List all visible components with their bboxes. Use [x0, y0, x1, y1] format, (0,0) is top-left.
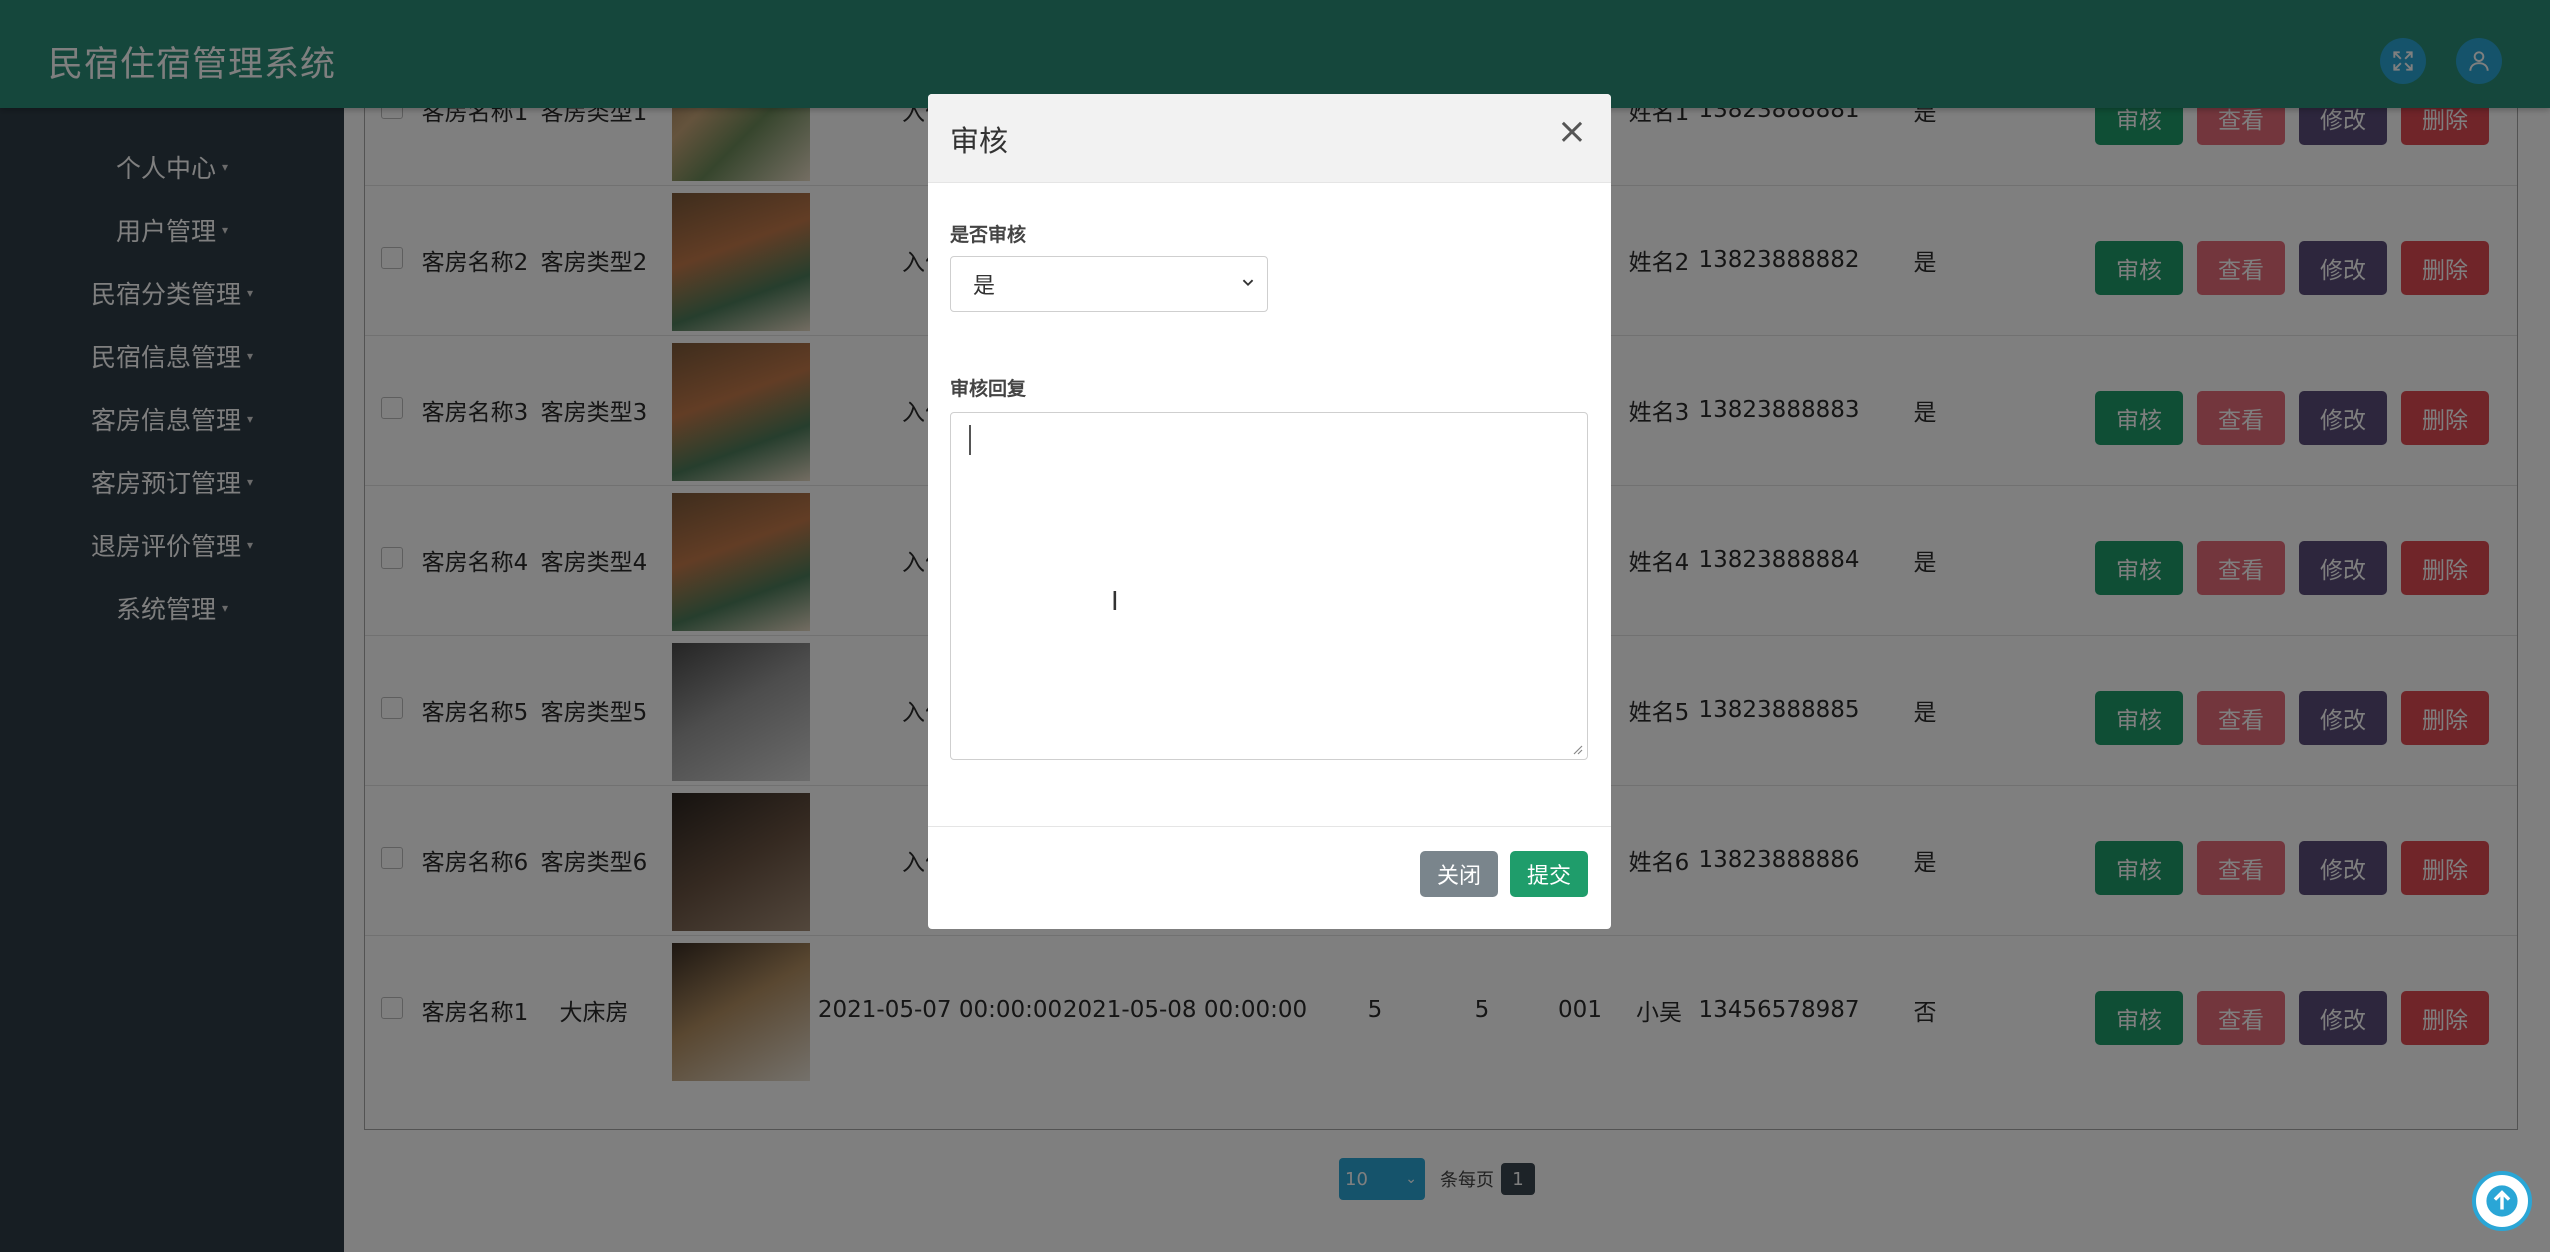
audit-modal: 审核 × 是否审核 是 审核回复 I 关闭 提交: [928, 94, 1611, 929]
chevron-down-icon: [1242, 279, 1254, 287]
reply-textarea[interactable]: I: [950, 412, 1588, 760]
modal-header: 审核 ×: [928, 94, 1611, 183]
ibeam-cursor-icon: I: [1111, 587, 1119, 617]
close-icon[interactable]: ×: [1557, 114, 1587, 150]
reply-label: 审核回复: [950, 378, 1027, 400]
approve-select[interactable]: 是: [950, 256, 1268, 312]
resize-grip-icon[interactable]: [1571, 743, 1583, 755]
modal-footer: 关闭 提交: [928, 826, 1611, 929]
submit-button[interactable]: 提交: [1510, 851, 1588, 897]
approve-label: 是否审核: [950, 224, 1027, 246]
back-to-top-button[interactable]: [2472, 1171, 2532, 1231]
close-button[interactable]: 关闭: [1420, 851, 1498, 897]
arrow-up-icon: [2486, 1185, 2518, 1217]
text-caret: [969, 425, 971, 455]
modal-title: 审核: [950, 124, 1009, 158]
